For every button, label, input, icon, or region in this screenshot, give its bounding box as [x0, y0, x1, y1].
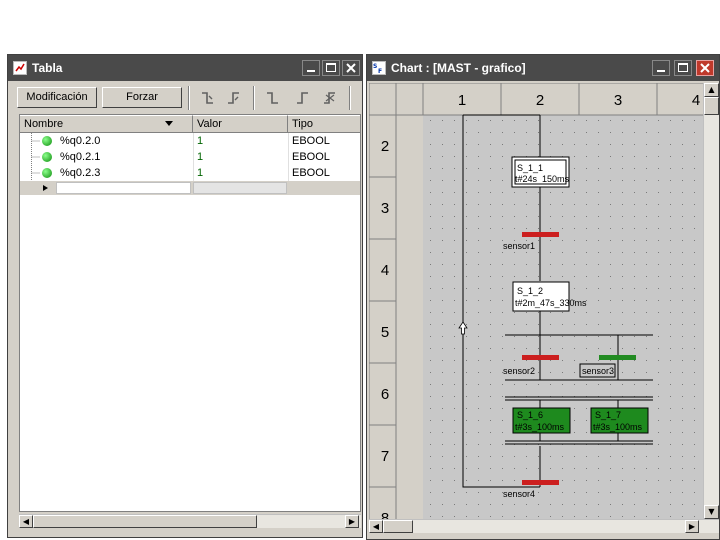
force-one-icon[interactable] [226, 90, 242, 106]
modificacion-button[interactable]: Modificación [17, 87, 97, 108]
horizontal-scrollbar[interactable]: ◀ ▶ [19, 514, 361, 528]
scroll-up-icon[interactable]: ▲ [704, 83, 719, 97]
row-number: 7 [381, 448, 389, 465]
table-row[interactable]: %q0.2.3 1 EBOOL [20, 165, 360, 181]
step-time: t#3s_100ms [593, 422, 643, 432]
step-time: t#2m_47s_330ms [515, 298, 587, 308]
chart-title: Chart : [MAST - grafico] [391, 61, 526, 75]
force-zero-icon[interactable] [200, 90, 216, 106]
variable-value[interactable]: 1 [197, 165, 203, 181]
maximize-icon[interactable] [322, 60, 340, 76]
sfc-app-icon: SF [372, 61, 386, 75]
close-icon[interactable] [696, 60, 714, 76]
toolbar-separator [253, 86, 255, 110]
variable-name: %q0.2.3 [60, 167, 101, 179]
scroll-thumb[interactable] [704, 97, 719, 115]
variable-name: %q0.2.1 [60, 151, 101, 163]
corner-cell [395, 83, 424, 116]
transition-label: sensor1 [503, 241, 535, 251]
column-header-label: Nombre [24, 118, 64, 130]
row-number: 5 [381, 324, 389, 341]
corner-cell [369, 83, 397, 116]
variable-type: EBOOL [292, 167, 330, 179]
step-time: t#24s_150ms [515, 174, 570, 184]
scroll-down-icon[interactable]: ▼ [704, 505, 719, 519]
column-divider [193, 133, 194, 181]
scroll-thumb[interactable] [33, 515, 257, 528]
sort-dropdown-icon[interactable] [165, 121, 173, 127]
column-number: 4 [692, 92, 700, 109]
unforce-icon[interactable] [322, 90, 338, 106]
variable-value[interactable]: 1 [197, 133, 203, 149]
transition-label: sensor2 [503, 366, 535, 376]
minimize-icon[interactable] [652, 60, 670, 76]
column-header-tipo[interactable]: Tipo [288, 115, 360, 133]
column-header-nombre[interactable]: Nombre [20, 115, 193, 133]
row-pointer-icon [43, 185, 48, 191]
scroll-left-icon[interactable]: ◀ [369, 520, 383, 533]
tabla-window: Tabla Modificación Forzar Nombre Valor T… [7, 54, 363, 538]
row-number: 6 [381, 386, 389, 403]
column-number: 1 [458, 92, 466, 109]
step-name: S_1_6 [517, 410, 543, 420]
sfc-diagram[interactable]: 1 2 3 4 2 3 4 5 6 7 8 S_1_1 t#24s_150ms … [369, 83, 719, 519]
transition-sensor4[interactable] [522, 480, 559, 485]
column-number: 2 [536, 92, 544, 109]
column-header-valor[interactable]: Valor [193, 115, 288, 133]
scroll-right-icon[interactable]: ▶ [685, 520, 699, 533]
transition-label: sensor3 [582, 366, 614, 376]
new-value-cell[interactable] [193, 182, 287, 194]
animation-table: Nombre Valor Tipo %q0.2.0 1 EBOOL %q0.2.… [19, 114, 361, 512]
new-entry-row[interactable] [20, 181, 360, 195]
transition-sensor1[interactable] [522, 232, 559, 237]
variable-name: %q0.2.0 [60, 135, 101, 147]
vertical-scrollbar[interactable]: ▲ ▼ [703, 83, 719, 519]
tabla-toolbar: Modificación Forzar [10, 82, 360, 112]
row-number: 2 [381, 138, 389, 155]
step-name: S_1_2 [517, 286, 543, 296]
status-led-icon [42, 136, 52, 146]
sfc-chart-area[interactable]: 1 2 3 4 2 3 4 5 6 7 8 S_1_1 t#24s_150ms … [369, 83, 719, 519]
chart-grid-dots [423, 115, 719, 519]
horizontal-scrollbar[interactable]: ◀ ▶ [369, 519, 719, 533]
close-icon[interactable] [342, 60, 360, 76]
toolbar-separator [188, 86, 190, 110]
step-time: t#3s_100ms [515, 422, 565, 432]
row-number: 4 [381, 262, 389, 279]
status-led-icon [42, 168, 52, 178]
table-header: Nombre Valor Tipo [20, 115, 360, 133]
step-name: S_1_1 [517, 163, 543, 173]
step-name: S_1_7 [595, 410, 621, 420]
status-led-icon [42, 152, 52, 162]
svg-text:S: S [373, 63, 377, 70]
tabla-title: Tabla [32, 61, 63, 75]
svg-text:F: F [378, 68, 382, 74]
set-one-icon[interactable] [295, 90, 311, 106]
variable-type: EBOOL [292, 135, 330, 147]
set-zero-icon[interactable] [265, 90, 281, 106]
column-number: 3 [614, 92, 622, 109]
toolbar-separator [349, 86, 351, 110]
table-app-icon [13, 61, 27, 75]
chart-window: SF Chart : [MAST - grafico] 1 2 3 4 2 3 … [366, 54, 720, 540]
table-row[interactable]: %q0.2.0 1 EBOOL [20, 133, 360, 149]
maximize-icon[interactable] [674, 60, 692, 76]
scroll-left-icon[interactable]: ◀ [19, 515, 33, 528]
transition-label: sensor4 [503, 489, 535, 499]
table-row[interactable]: %q0.2.1 1 EBOOL [20, 149, 360, 165]
transition-sensor3[interactable] [599, 355, 636, 360]
minimize-icon[interactable] [302, 60, 320, 76]
new-variable-input[interactable] [56, 182, 191, 194]
scroll-thumb[interactable] [383, 520, 413, 533]
transition-sensor2[interactable] [522, 355, 559, 360]
variable-type: EBOOL [292, 151, 330, 163]
chart-title-bar[interactable]: SF Chart : [MAST - grafico] [367, 55, 719, 81]
row-number: 8 [381, 510, 389, 519]
row-number: 3 [381, 200, 389, 217]
variable-value[interactable]: 1 [197, 149, 203, 165]
tabla-title-bar[interactable]: Tabla [8, 55, 362, 81]
column-divider [288, 133, 289, 181]
scroll-right-icon[interactable]: ▶ [345, 515, 359, 528]
forzar-button[interactable]: Forzar [102, 87, 182, 108]
